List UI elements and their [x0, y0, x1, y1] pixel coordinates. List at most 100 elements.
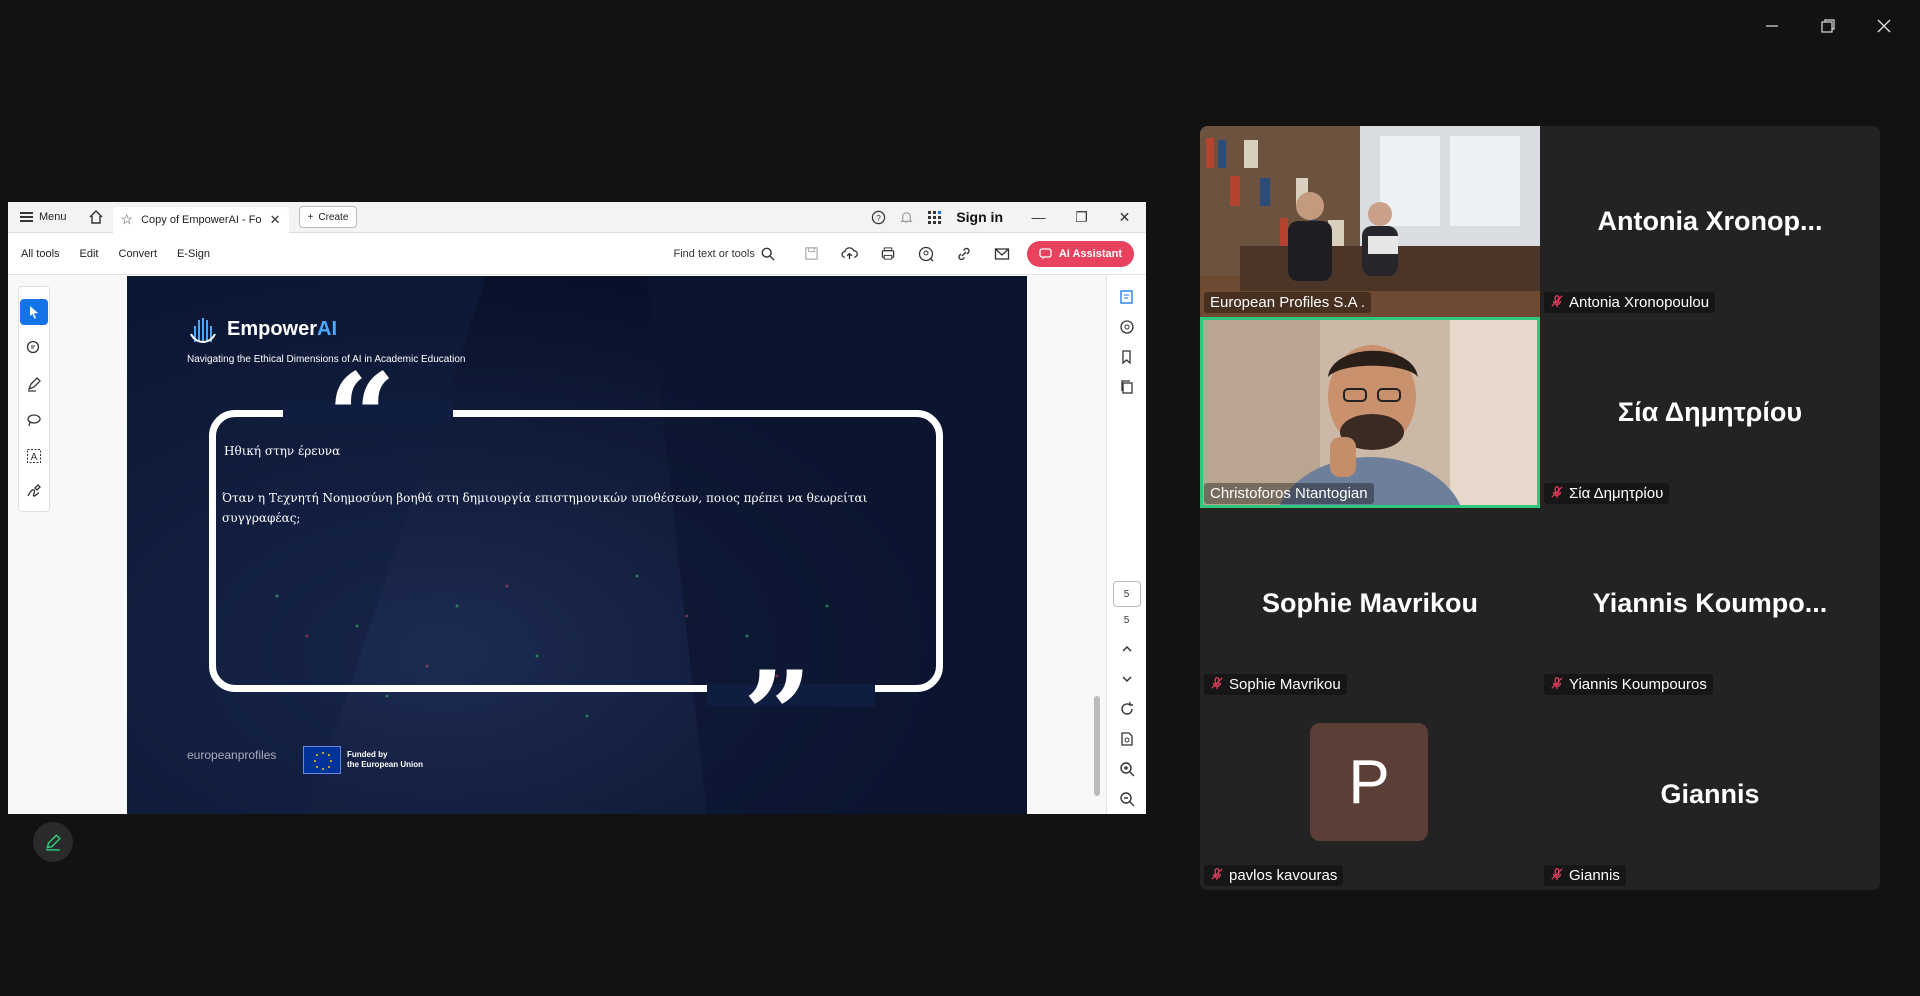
- page-down-icon[interactable]: [1112, 664, 1142, 694]
- acrobat-restore-icon[interactable]: ❐: [1060, 202, 1103, 233]
- participant-name: Sophie Mavrikou: [1229, 676, 1341, 693]
- hamburger-icon: [20, 212, 33, 222]
- participant-display-name: Yiannis Koumpo...: [1592, 588, 1828, 618]
- left-toolbar: A: [18, 286, 50, 512]
- participant-name: Antonia Xronopoulou: [1569, 294, 1710, 311]
- participant-name-tag: European Profiles S.A .: [1204, 292, 1372, 313]
- participant-name: European Profiles S.A .: [1210, 294, 1366, 311]
- ai-assistant-button[interactable]: AI Assistant: [1026, 240, 1134, 267]
- ai-assistant-label: AI Assistant: [1058, 247, 1122, 260]
- pages-icon[interactable]: [1112, 372, 1142, 402]
- page-total: 5: [1123, 615, 1130, 626]
- annotate-pen-button[interactable]: [33, 822, 73, 862]
- participant-tile[interactable]: Sophie Mavrikou Sophie Mavrikou: [1200, 508, 1540, 699]
- close-quote-mark: ”: [743, 645, 813, 786]
- help-icon[interactable]: ?: [864, 210, 892, 225]
- empowerai-logo: EmpowerAI: [187, 314, 337, 344]
- eu-flag-icon: [303, 746, 341, 774]
- mic-muted-icon: [1550, 676, 1564, 693]
- eu-funding-text: Funded by the European Union: [347, 750, 423, 770]
- participant-display-name: Giannis: [1660, 779, 1760, 809]
- share-people-icon[interactable]: [907, 246, 945, 262]
- participant-video: [1200, 317, 1540, 508]
- minimize-button[interactable]: [1744, 10, 1800, 42]
- sign-in-link[interactable]: Sign in: [956, 209, 1003, 225]
- participant-name-tag: Giannis: [1544, 865, 1626, 886]
- eu-funding-line1: Funded by: [347, 750, 388, 759]
- mic-muted-icon: [1550, 294, 1564, 311]
- menu-label: Menu: [39, 211, 67, 223]
- zoom-out-icon[interactable]: [1112, 784, 1142, 814]
- menu-convert[interactable]: Convert: [109, 248, 168, 260]
- document-tab[interactable]: ☆ Copy of EmpowerAI - Fo... ✕: [112, 206, 289, 233]
- save-icon[interactable]: [793, 246, 831, 261]
- acrobat-window-controls: — ❐ ✕: [1017, 202, 1146, 233]
- menu-esign[interactable]: E-Sign: [167, 248, 220, 260]
- rotate-icon[interactable]: [1112, 694, 1142, 724]
- participant-name: Yiannis Koumpouros: [1569, 676, 1707, 693]
- home-icon[interactable]: [79, 202, 113, 232]
- acrobat-toolbar: All tools Edit Convert E-Sign Find text …: [8, 233, 1146, 275]
- comment-tool-icon[interactable]: [20, 335, 48, 361]
- create-button[interactable]: + Create: [298, 206, 358, 228]
- shared-screen-acrobat: Menu ☆ Copy of EmpowerAI - Fo... ✕ + Cre…: [8, 202, 1146, 814]
- page-settings-icon[interactable]: [1112, 724, 1142, 754]
- participant-name: Christoforos Ntantogian: [1210, 485, 1368, 502]
- highlight-pen-icon[interactable]: [20, 371, 48, 397]
- participant-name-tag: Christoforos Ntantogian: [1204, 483, 1374, 504]
- participant-name-tag: Yiannis Koumpouros: [1544, 674, 1713, 695]
- mic-muted-icon: [1550, 867, 1564, 884]
- open-quote-mark: “: [327, 347, 397, 488]
- find-tools-search[interactable]: Find text or tools: [674, 247, 775, 261]
- participant-tile[interactable]: P pavlos kavouras: [1200, 699, 1540, 890]
- participant-tile[interactable]: Antonia Xronop... Antonia Xronopoulou: [1540, 126, 1880, 317]
- link-icon[interactable]: [945, 246, 983, 262]
- svg-text:?: ?: [876, 212, 881, 222]
- print-icon[interactable]: [869, 246, 907, 261]
- vertical-scrollbar[interactable]: [1088, 276, 1106, 814]
- bookmark-icon[interactable]: [1112, 342, 1142, 372]
- text-box-icon[interactable]: A: [20, 443, 48, 469]
- logo-ai: AI: [317, 317, 338, 340]
- acrobat-close-icon[interactable]: ✕: [1103, 202, 1146, 233]
- page-number-input[interactable]: 5: [1112, 581, 1141, 607]
- page-up-icon[interactable]: [1112, 634, 1142, 664]
- scrollbar-thumb[interactable]: [1094, 696, 1100, 796]
- participant-tile[interactable]: Σία Δημητρίου Σία Δημητρίου: [1540, 317, 1880, 508]
- restore-button[interactable]: [1800, 10, 1856, 42]
- tab-close-icon[interactable]: ✕: [270, 212, 281, 228]
- plus-icon: +: [307, 211, 314, 223]
- participant-tile[interactable]: Giannis Giannis: [1540, 699, 1880, 890]
- bell-icon[interactable]: [892, 210, 920, 225]
- find-label: Find text or tools: [673, 247, 755, 260]
- cloud-upload-icon[interactable]: [831, 246, 869, 261]
- participant-name: Σία Δημητρίου: [1569, 485, 1664, 502]
- ai-summary-icon[interactable]: [1112, 282, 1142, 312]
- hands-logo-icon: [190, 318, 216, 344]
- menu-button[interactable]: Menu: [8, 202, 79, 232]
- create-label: Create: [318, 211, 349, 223]
- sign-tool-icon[interactable]: [20, 479, 48, 505]
- participant-name-tag: Σία Δημητρίου: [1544, 483, 1670, 504]
- comments-icon[interactable]: [1112, 312, 1142, 342]
- draw-freeform-icon[interactable]: [20, 407, 48, 433]
- email-icon[interactable]: [983, 247, 1021, 261]
- zoom-in-icon[interactable]: [1112, 754, 1142, 784]
- star-icon[interactable]: ☆: [121, 211, 134, 228]
- participant-name: pavlos kavouras: [1229, 867, 1338, 884]
- participant-tile[interactable]: European Profiles S.A .: [1200, 126, 1540, 317]
- menu-edit[interactable]: Edit: [70, 248, 109, 260]
- acrobat-minimize-icon[interactable]: —: [1017, 202, 1060, 233]
- select-tool-icon[interactable]: [20, 299, 48, 325]
- menu-all-tools[interactable]: All tools: [8, 248, 70, 260]
- participant-display-name: Σία Δημητρίου: [1617, 397, 1803, 427]
- close-button[interactable]: [1856, 10, 1912, 42]
- european-profiles-logo: europeanprofiles: [187, 748, 277, 762]
- mic-muted-icon: [1550, 485, 1564, 502]
- apps-grid-icon[interactable]: [920, 210, 948, 225]
- quote-heading: Ηθική στην έρευνα: [224, 444, 341, 458]
- presentation-slide: EmpowerAI Navigating the Ethical Dimensi…: [127, 276, 1027, 814]
- pen-icon: [46, 834, 61, 851]
- participant-tile[interactable]: Yiannis Koumpo... Yiannis Koumpouros: [1540, 508, 1880, 699]
- participant-tile[interactable]: Christoforos Ntantogian: [1200, 317, 1540, 508]
